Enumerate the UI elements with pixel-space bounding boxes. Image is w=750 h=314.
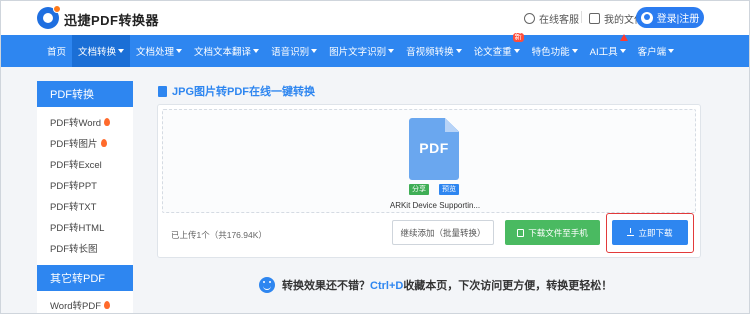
nav-home[interactable]: 首页 [41, 35, 72, 67]
nav-document-translation[interactable]: 文档文本翻译 [188, 35, 265, 67]
sidebar: PDF转换 PDF转Word PDF转图片 PDF转Excel PDF转PPT … [37, 81, 133, 313]
download-to-phone-button[interactable]: 下载文件至手机 [505, 220, 600, 245]
brand-logo-icon[interactable] [37, 5, 61, 29]
customer-service-link[interactable]: 在线客服 [524, 11, 579, 26]
sidebar-item-pdf-to-excel[interactable]: PDF转Excel [37, 153, 133, 174]
pdf-file-icon-label: PDF [419, 140, 449, 156]
page-title: JPG图片转PDF在线一键转换 [158, 83, 315, 99]
phone-icon [517, 228, 525, 237]
login-register-label: 登录|注册 [656, 14, 700, 25]
nav-speech-recognition[interactable]: 语音识别 [265, 35, 323, 67]
nav-featured-functions[interactable]: 特色功能 [526, 35, 584, 67]
chevron-down-icon [253, 49, 260, 53]
nav-image-text-recognition[interactable]: 图片文字识别 [323, 35, 400, 67]
new-badge: 新 [512, 33, 524, 42]
file-drop-area[interactable]: PDF 分享 预览 ARKit Device Supportin... [162, 109, 696, 213]
file-name: ARKit Device Supportin... [389, 201, 481, 210]
tip-shortcut: Ctrl+D [370, 280, 404, 292]
download-now-button[interactable]: 立即下载 [612, 220, 688, 245]
nav-audio-video-conversion[interactable]: 音视频转换 [400, 35, 468, 67]
chevron-down-icon [513, 49, 520, 53]
tip-suffix: 收藏本页，下次访问更方便，转换更轻松！ [403, 280, 613, 292]
bookmark-tip: 转换效果还不错？Ctrl+D收藏本页，下次访问更方便，转换更轻松！ [259, 277, 612, 293]
sidebar-item-pdf-to-html[interactable]: PDF转HTML [37, 216, 133, 237]
sidebar-section-other-to-pdf: 其它转PDF [37, 265, 133, 291]
tip-prefix: 转换效果还不错？ [282, 280, 370, 292]
sidebar-item-pdf-to-long-image[interactable]: PDF转长图 [37, 237, 133, 258]
headset-icon [524, 13, 535, 24]
sidebar-item-pdf-to-txt[interactable]: PDF转TXT [37, 195, 133, 216]
smile-icon [259, 277, 275, 293]
nav-thesis-check[interactable]: 论文查重新 [468, 33, 526, 67]
fire-icon [100, 138, 107, 147]
sidebar-item-pdf-to-ppt[interactable]: PDF转PPT [37, 174, 133, 195]
chevron-down-icon [455, 49, 462, 53]
nav-ai-tools[interactable]: AI工具 [584, 34, 632, 67]
chevron-down-icon [668, 49, 675, 53]
sidebar-item-word-to-pdf[interactable]: Word转PDF [37, 294, 133, 313]
upload-info: 已上传1个（共176.94K） [171, 230, 267, 240]
chevron-down-icon [619, 49, 626, 53]
login-register-button[interactable]: 登录|注册 [636, 7, 704, 28]
chevron-down-icon [388, 49, 395, 53]
conversion-panel: PDF 分享 预览 ARKit Device Supportin... 已上传1… [157, 104, 701, 258]
nav-document-conversion[interactable]: 文档转换 [72, 35, 131, 67]
brand-name[interactable]: 迅捷PDF转换器 [64, 10, 159, 29]
chevron-down-icon [571, 49, 578, 53]
preview-button[interactable]: 预览 [439, 184, 459, 195]
fire-icon [104, 117, 111, 126]
main-nav: 首页 文档转换 文档处理 文档文本翻译 语音识别 图片文字识别 音视频转换 论文… [1, 33, 749, 67]
nav-document-processing[interactable]: 文档处理 [130, 35, 188, 67]
share-button[interactable]: 分享 [409, 184, 429, 195]
fire-icon [104, 300, 111, 309]
continue-add-button[interactable]: 继续添加（批量转换） [392, 220, 494, 245]
user-icon [640, 11, 653, 24]
chevron-down-icon [311, 49, 318, 53]
document-icon [589, 13, 600, 24]
file-icon [158, 85, 167, 97]
chevron-down-icon [176, 49, 183, 53]
top-header: 迅捷PDF转换器 在线客服 我的文件 登录|注册 [1, 1, 749, 35]
header-divider [581, 11, 582, 23]
page-frame: 迅捷PDF转换器 在线客服 我的文件 登录|注册 首页 文档转换 文档处理 文档… [0, 0, 750, 314]
sidebar-section-pdf-conversion: PDF转换 [37, 81, 133, 107]
sidebar-item-pdf-to-image[interactable]: PDF转图片 [37, 132, 133, 153]
download-icon [627, 228, 635, 236]
nav-client[interactable]: 客户端 [632, 35, 681, 67]
customer-service-label: 在线客服 [539, 15, 579, 26]
red-arrow-icon [619, 34, 628, 41]
sidebar-item-pdf-to-word[interactable]: PDF转Word [37, 111, 133, 132]
chevron-down-icon [118, 49, 125, 53]
